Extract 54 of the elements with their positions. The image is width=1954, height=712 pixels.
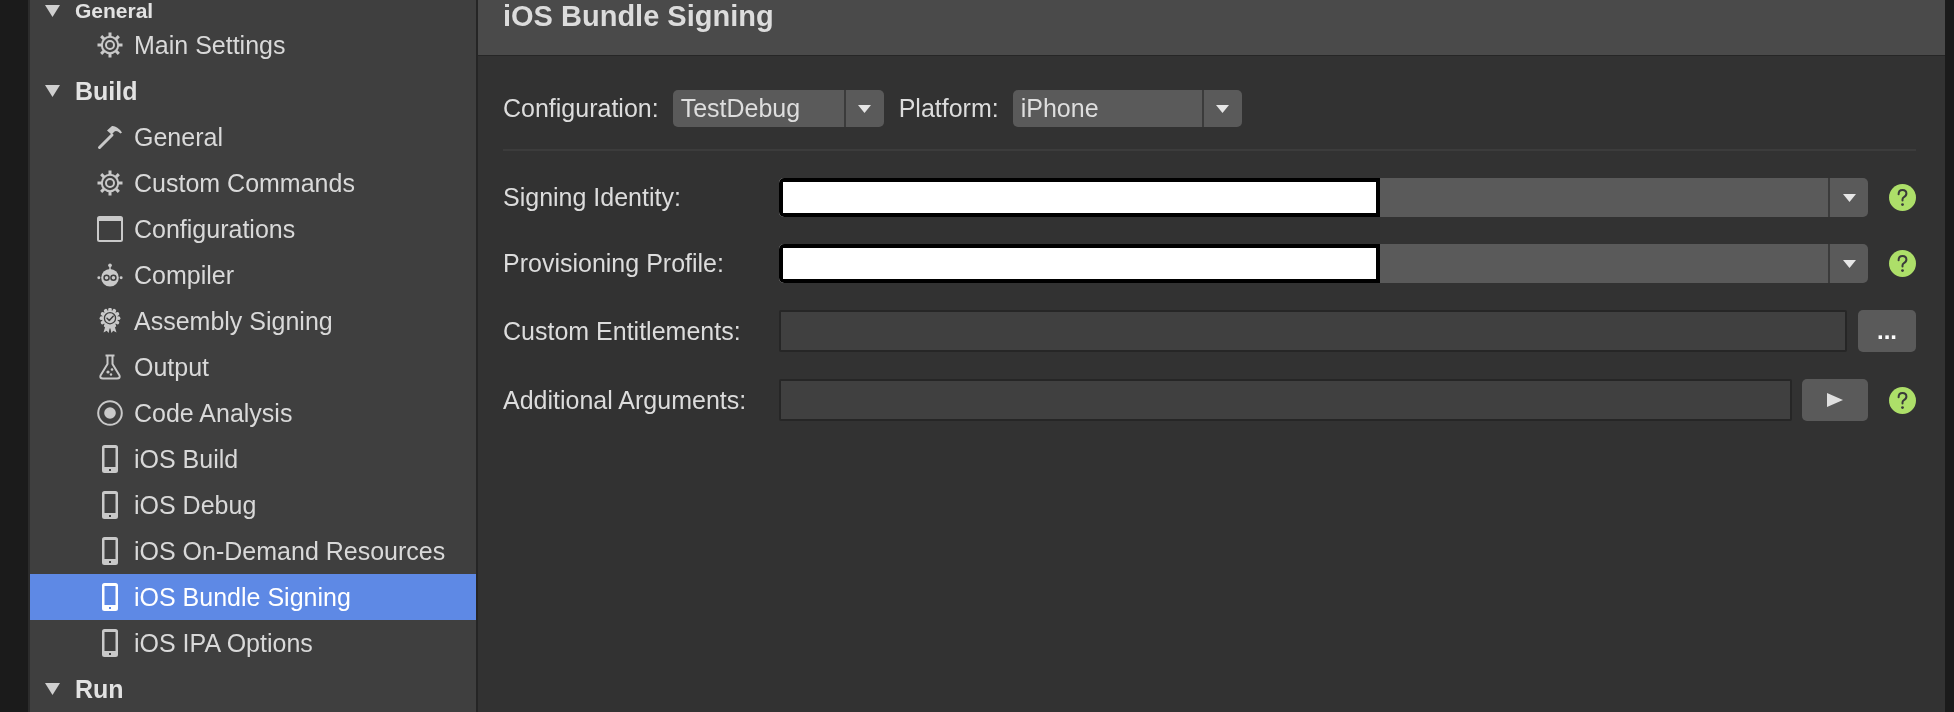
window-icon (97, 216, 123, 242)
dropdown-field[interactable] (779, 244, 1868, 283)
sidebar-item[interactable]: iOS Build (30, 436, 476, 482)
phone-icon (102, 583, 118, 611)
phone-icon (102, 537, 118, 565)
caret-down-icon (858, 104, 872, 113)
dropdown[interactable]: iPhone (1012, 90, 1242, 127)
section-header: General (75, 0, 154, 22)
field-label: Provisioning Profile: (503, 249, 725, 278)
panel-title: iOS Bundle Signing (503, 0, 774, 33)
dropdown-field[interactable] (779, 178, 1868, 217)
caret-down-icon (1216, 104, 1230, 113)
input-field[interactable] (779, 379, 1792, 421)
sidebar-item[interactable]: Assembly Signing (30, 298, 476, 344)
help-icon[interactable] (1889, 250, 1916, 277)
input-field[interactable] (779, 310, 1847, 352)
sidebar-item[interactable]: General (30, 114, 476, 160)
phone-icon (102, 445, 118, 473)
flask-icon (97, 354, 123, 380)
radio-dot-icon (97, 400, 123, 426)
robot-icon (97, 262, 123, 288)
sidebar-item[interactable]: Custom Commands (30, 160, 476, 206)
gear-icon (97, 170, 123, 196)
sidebar-item[interactable]: iOS Debug (30, 482, 476, 528)
seal-check-icon (97, 308, 123, 334)
sidebar-item[interactable]: iOS IPA Options (30, 620, 476, 666)
hammer-icon (97, 124, 123, 150)
sidebar-item[interactable]: Main Settings (30, 22, 476, 68)
caret-down-icon (1842, 193, 1856, 202)
dropdown[interactable]: TestDebug (672, 90, 884, 127)
caret-down-icon (1842, 259, 1856, 268)
section-header: Build (75, 76, 138, 106)
section-header: Run (75, 674, 124, 704)
field-label: Additional Arguments: (503, 385, 748, 415)
gear-icon (97, 32, 123, 58)
sidebar-item[interactable]: Compiler (30, 252, 476, 298)
phone-icon (102, 629, 118, 657)
disclosure-triangle-icon[interactable] (45, 85, 60, 97)
sidebar-item[interactable]: iOS On-Demand Resources (30, 528, 476, 574)
run-button[interactable] (1802, 379, 1868, 421)
sidebar-item[interactable]: Code Analysis (30, 390, 476, 436)
disclosure-triangle-icon[interactable] (45, 683, 60, 695)
field-label: Signing Identity: (503, 183, 682, 212)
field-label: Custom Entitlements: (503, 316, 742, 346)
field-label: Platform: (898, 94, 999, 123)
phone-icon (102, 491, 118, 519)
disclosure-triangle-icon[interactable] (45, 5, 60, 17)
help-icon[interactable] (1889, 184, 1916, 211)
play-icon (1827, 393, 1843, 407)
help-icon[interactable] (1889, 386, 1916, 414)
sidebar-item[interactable]: Output (30, 344, 476, 390)
browse-button[interactable]: ... (1858, 310, 1916, 352)
sidebar-item[interactable]: Configurations (30, 206, 476, 252)
field-label: Configuration: (503, 94, 659, 123)
